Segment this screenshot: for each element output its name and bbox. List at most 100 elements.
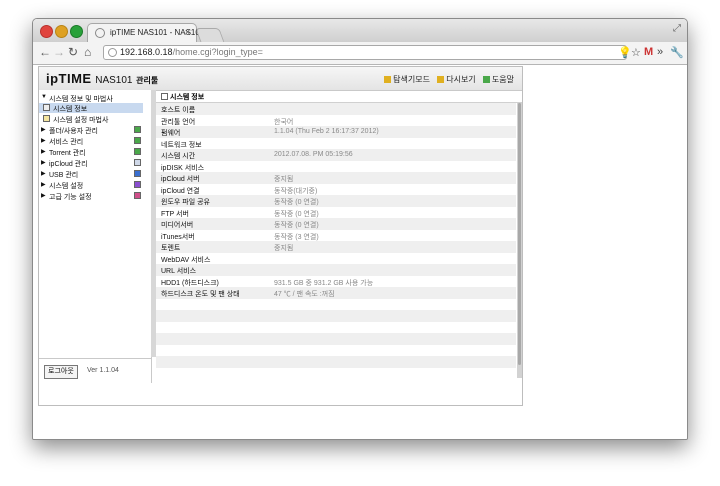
row-key: iTunes서버: [161, 233, 195, 241]
sidebar-item-system-settings[interactable]: ▶ 시스템 설정: [39, 180, 143, 190]
row-value: 중지됨: [274, 245, 294, 252]
content-scrollbar[interactable]: [517, 103, 522, 378]
reload-icon[interactable]: ↻: [68, 45, 78, 59]
table-row: [156, 310, 516, 322]
sidebar-item-usb[interactable]: ▶ USB 관리: [39, 169, 143, 179]
lightbulb-icon[interactable]: 💡: [618, 46, 632, 59]
forward-icon[interactable]: →: [53, 45, 65, 59]
scrollbar-thumb[interactable]: [518, 103, 521, 365]
sidebar-footer: 로그아웃 Ver 1.1.04: [39, 358, 151, 383]
row-value: 한국어: [274, 118, 294, 126]
row-key: 시스템 시간: [161, 153, 196, 160]
browser-window: ipTIME NAS101 - NAS101 × ⤢ ← → ↻ ⌂ 192.1…: [32, 18, 688, 440]
nas-admin-app: ipTIME NAS101 관리툴 탐색기모드 다시보기 도움말 ▼ 시스템 정…: [38, 66, 523, 406]
row-value: 동작중 (0 연결): [274, 210, 319, 218]
row-key: HDD1 (하드디스크): [161, 279, 219, 287]
row-key: 토렌트: [161, 245, 181, 252]
settings-icon: [134, 181, 141, 188]
row-value: 동작중 (0 연결): [274, 222, 319, 229]
chevron-right-icon: ▶: [41, 171, 46, 177]
main-content: 시스템 정보 호스트 이름 관리툴 언어 한국어 펌웨어 1.1.04 (Thu Feb…: [156, 90, 522, 405]
table-row: ipDISK 서비스: [156, 160, 516, 172]
torrent-icon: [134, 148, 141, 155]
gmail-icon[interactable]: M: [644, 46, 653, 58]
search-mode-link[interactable]: 탐색기모드: [384, 75, 430, 84]
folder-icon: [384, 76, 392, 83]
table-row: ipCloud 연결 동작중(대기중): [156, 183, 516, 195]
chevron-right-icon: ▶: [41, 138, 46, 144]
back-icon[interactable]: ←: [39, 45, 51, 59]
row-value: 931.5 GB 중 931.2 GB 사용 가능: [274, 279, 374, 287]
table-row: 미디어서버 동작중 (0 연결): [156, 218, 516, 230]
table-row: 호스트 이름: [156, 103, 516, 115]
table-row: 시스템 시간 2012.07.08. PM 05:19:56: [156, 149, 516, 161]
logout-button[interactable]: 로그아웃: [44, 365, 78, 379]
info-icon: [43, 104, 50, 111]
table-row: HDD1 (하드디스크) 931.5 GB 중 931.2 GB 사용 가능: [156, 275, 516, 287]
cloud-icon: [134, 159, 141, 166]
table-row: 펌웨어 1.1.04 (Thu Feb 2 16:17:37 2012): [156, 126, 516, 138]
header-links: 탐색기모드 다시보기 도움말: [379, 74, 514, 85]
table-row: [156, 367, 516, 379]
row-key: 펌웨어: [161, 130, 181, 137]
table-row: ipCloud 서버 중지됨: [156, 172, 516, 184]
globe-icon: [95, 28, 105, 38]
sidebar-item-folder-user[interactable]: ▶ 폴더/사용자 관리: [39, 125, 143, 135]
chevron-right-icon: ▶: [41, 127, 46, 133]
table-row: URL 서비스: [156, 264, 516, 276]
more-extensions-icon[interactable]: »: [657, 46, 663, 58]
sidebar-item-setup-wizard[interactable]: 시스템 설정 마법사: [39, 114, 143, 124]
bookmark-star-icon[interactable]: ☆: [631, 46, 641, 59]
chevron-down-icon: ▼: [41, 94, 47, 100]
browser-tab[interactable]: ipTIME NAS101 - NAS101 ×: [87, 23, 204, 42]
row-key: 미디어서버: [161, 222, 194, 229]
row-key: 네트워크 정보: [161, 141, 202, 149]
refresh-link[interactable]: 다시보기: [437, 75, 476, 84]
usb-icon: [134, 170, 141, 177]
fullscreen-icon[interactable]: ⤢: [673, 23, 681, 34]
info-icon: [161, 93, 168, 100]
users-icon: [134, 126, 141, 133]
row-key: 하드디스크 온도 및 팬 상태: [161, 291, 240, 298]
chevron-right-icon: ▶: [41, 193, 46, 199]
address-bar[interactable]: 192.168.0.18/home.cgi?login_type=: [103, 45, 627, 60]
sidebar-item-advanced[interactable]: ▶ 고급 기능 설정: [39, 191, 143, 201]
wizard-icon: [43, 115, 50, 122]
sidebar-item-system-info[interactable]: 시스템 정보: [39, 103, 143, 113]
chevron-right-icon: ▶: [41, 182, 46, 188]
sidebar-item-torrent[interactable]: ▶ Torrent 관리: [39, 147, 143, 157]
sidebar: ▼ 시스템 정보 및 마법사 시스템 정보 시스템 설정 마법사 ▶ 폴더/사용…: [39, 90, 152, 383]
info-table: 호스트 이름 관리툴 언어 한국어 펌웨어 1.1.04 (Thu Feb 2 16:1…: [156, 103, 516, 380]
page-info-icon[interactable]: [108, 48, 117, 57]
tab-title: ipTIME NAS101 - NAS101: [110, 28, 205, 37]
row-key: WebDAV 서비스: [161, 256, 211, 264]
iptime-logo: ipTIME NAS101 관리툴: [46, 71, 159, 86]
sidebar-item-system-info-wizard[interactable]: ▼ 시스템 정보 및 마법사: [39, 93, 143, 103]
service-icon: [134, 137, 141, 144]
refresh-icon: [437, 76, 445, 83]
row-value: 동작중 (0 연결): [274, 199, 319, 206]
sidebar-item-service[interactable]: ▶ 서비스 관리: [39, 136, 143, 146]
new-tab-button[interactable]: [195, 28, 225, 43]
table-row: [156, 333, 516, 345]
table-row: iTunes서버 동작중 (3 연결): [156, 229, 516, 241]
sidebar-item-ipcloud[interactable]: ▶ ipCloud 관리: [39, 158, 143, 168]
tab-close-icon[interactable]: ×: [185, 27, 190, 37]
home-icon[interactable]: ⌂: [84, 45, 91, 59]
table-row: [156, 356, 516, 368]
title-bar: ipTIME NAS101 - NAS101 × ⤢: [33, 19, 687, 43]
page-viewport: ipTIME NAS101 관리툴 탐색기모드 다시보기 도움말 ▼ 시스템 정…: [33, 65, 687, 439]
table-row: [156, 321, 516, 333]
help-link[interactable]: 도움말: [482, 75, 514, 84]
section-title: 시스템 정보: [156, 90, 522, 103]
zoom-window-button[interactable]: [70, 25, 83, 38]
table-row: 윈도우 파일 공유 동작중 (0 연결): [156, 195, 516, 207]
minimize-window-button[interactable]: [55, 25, 68, 38]
close-window-button[interactable]: [40, 25, 53, 38]
table-row: 하드디스크 온도 및 팬 상태 47 ℃ / 팬 속도 :꺼짐: [156, 287, 516, 299]
wrench-menu-icon[interactable]: 🔧: [670, 46, 684, 59]
browser-toolbar: ← → ↻ ⌂ 192.168.0.18/home.cgi?login_type…: [33, 42, 687, 65]
row-key: 윈도우 파일 공유: [161, 199, 210, 206]
advanced-icon: [134, 192, 141, 199]
row-key: ipDISK 서비스: [161, 164, 205, 172]
